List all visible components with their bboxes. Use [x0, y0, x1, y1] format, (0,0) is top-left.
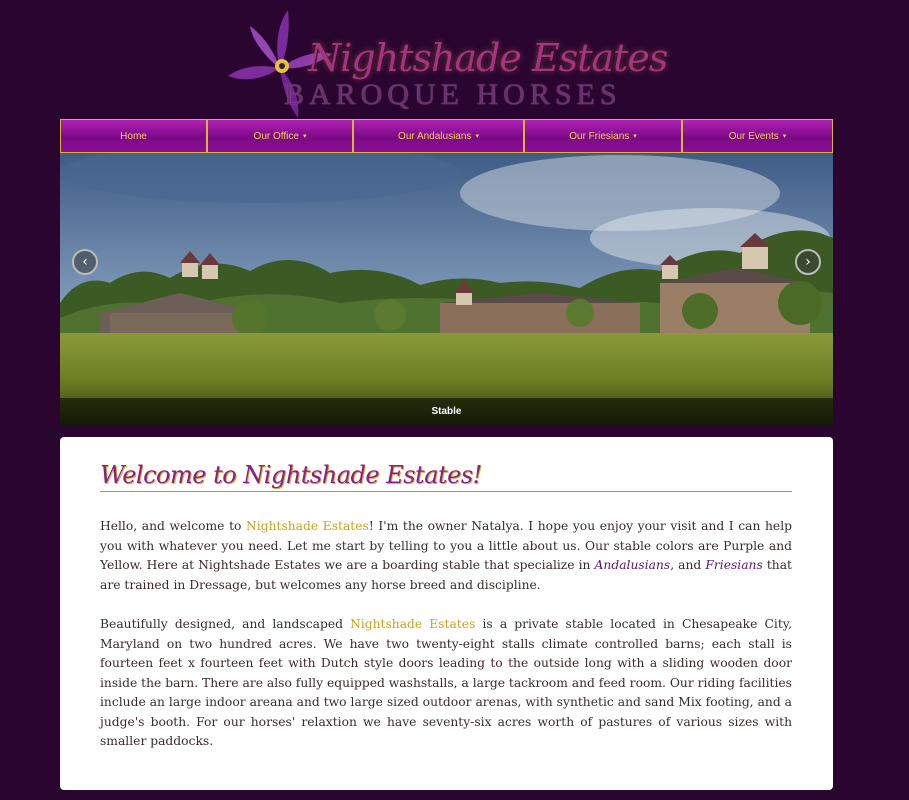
caret-down-icon: ▾ [302, 133, 307, 140]
nav-item-our-friesians[interactable]: Our Friesians ▾ [524, 119, 682, 153]
carousel-prev-button[interactable]: ‹ [72, 249, 98, 275]
carousel-caption-text: Stable [431, 406, 462, 417]
main-nav: Home Our Office ▾ Our Andalusians ▾ Our … [60, 119, 833, 153]
carousel-caption: Stable [60, 398, 833, 425]
caret-down-icon: ▾ [782, 133, 787, 140]
nav-item-label: Our Friesians [569, 130, 630, 142]
nav-item-our-office[interactable]: Our Office ▾ [207, 119, 353, 153]
nav-item-label: Home [120, 130, 147, 142]
page-title: Welcome to Nightshade Estates! [100, 461, 482, 489]
nav-item-our-andalusians[interactable]: Our Andalusians ▾ [353, 119, 524, 153]
title-divider [100, 491, 792, 492]
image-carousel: ‹ › Stable [60, 153, 833, 425]
main-content: Welcome to Nightshade Estates! Hello, an… [60, 437, 833, 790]
caret-down-icon: ▾ [475, 133, 479, 140]
andalusians-link[interactable]: Andalusians [595, 558, 671, 572]
text: , and [670, 558, 706, 572]
friesians-link[interactable]: Friesians [705, 558, 762, 572]
site-subtitle: BAROQUE HORSES [284, 78, 622, 111]
facilities-paragraph: Beautifully designed, and landscaped Nig… [100, 615, 792, 752]
stable-photo [60, 153, 833, 425]
text: is a private stable located in Chesapeak… [100, 617, 793, 748]
estate-name-highlight: Nightshade Estates [350, 617, 476, 631]
caret-down-icon: ▾ [633, 133, 637, 140]
text: Hello, and welcome to [100, 519, 247, 533]
nav-item-our-events[interactable]: Our Events ▾ [682, 119, 833, 153]
site-title: Nightshade Estates [308, 36, 668, 80]
carousel-next-button[interactable]: › [795, 249, 821, 275]
intro-paragraph: Hello, and welcome to Nightshade Estates… [100, 517, 792, 595]
nav-item-home[interactable]: Home [60, 119, 207, 153]
site-logo[interactable]: Nightshade Estates BAROQUE HORSES [222, 8, 668, 120]
text: Beautifully designed, and landscaped [100, 617, 351, 631]
nav-item-label: Our Andalusians [398, 130, 472, 142]
nav-item-label: Our Events [728, 130, 779, 142]
nav-item-label: Our Office [253, 130, 299, 142]
estate-name-highlight: Nightshade Estates [246, 519, 369, 533]
